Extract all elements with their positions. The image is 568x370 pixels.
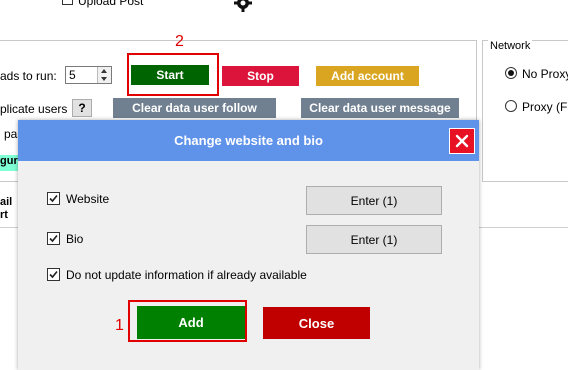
gear-icon[interactable] (233, 0, 253, 13)
bio-checkbox[interactable] (47, 232, 60, 245)
close-icon (455, 134, 469, 148)
close-button[interactable]: Close (263, 307, 370, 339)
start-button[interactable]: Start (131, 65, 209, 85)
threads-label: ads to run: (0, 69, 57, 83)
threads-stepper[interactable]: 5 (65, 66, 112, 84)
change-website-bio-dialog: Change website and bio Website Enter (1)… (18, 120, 479, 370)
threads-value[interactable]: 5 (69, 68, 76, 82)
no-proxy-radio[interactable] (505, 67, 517, 79)
no-update-label: Do not update information if already ava… (66, 268, 307, 282)
step-1-number: 1 (115, 317, 124, 334)
check-icon (49, 194, 58, 203)
help-button[interactable]: ? (72, 99, 92, 117)
website-label: Website (66, 192, 110, 206)
clear-user-follow-button[interactable]: Clear data user follow (113, 98, 276, 118)
proxy-radio[interactable] (505, 100, 517, 112)
bio-enter-button[interactable]: Enter (1) (306, 225, 442, 254)
proxy-label: Proxy (Fr (522, 100, 568, 114)
email-column-header[interactable]: ail rt (0, 196, 12, 222)
check-icon (49, 270, 58, 279)
website-checkbox[interactable] (47, 192, 60, 205)
website-enter-button[interactable]: Enter (1) (306, 186, 442, 215)
email-header-line1: ail (0, 196, 13, 208)
upload-post-checkbox[interactable] (62, 0, 73, 5)
dialog-close-button[interactable] (449, 128, 475, 154)
network-legend: Network (488, 40, 533, 52)
add-button[interactable]: Add (137, 306, 245, 339)
check-icon (49, 234, 58, 243)
email-header-line2: rt (0, 209, 8, 221)
radio-selected-dot (508, 70, 514, 76)
upload-post-label: Upload Post (78, 0, 144, 8)
bio-label: Bio (66, 232, 84, 246)
arrow-up-icon[interactable] (101, 69, 107, 73)
add-account-button[interactable]: Add account (316, 66, 419, 86)
duplicate-users-label: plicate users (0, 102, 68, 116)
configuration-tab[interactable]: gura (0, 155, 18, 171)
clear-user-message-button[interactable]: Clear data user message (301, 98, 459, 118)
stop-button[interactable]: Stop (222, 66, 299, 86)
step-2-number: 2 (175, 33, 184, 50)
arrow-down-icon[interactable] (101, 77, 107, 81)
no-update-checkbox[interactable] (47, 268, 60, 281)
stepper-arrows[interactable] (97, 67, 111, 83)
dialog-title: Change website and bio (174, 133, 323, 148)
no-proxy-label: No Proxy (522, 67, 568, 81)
